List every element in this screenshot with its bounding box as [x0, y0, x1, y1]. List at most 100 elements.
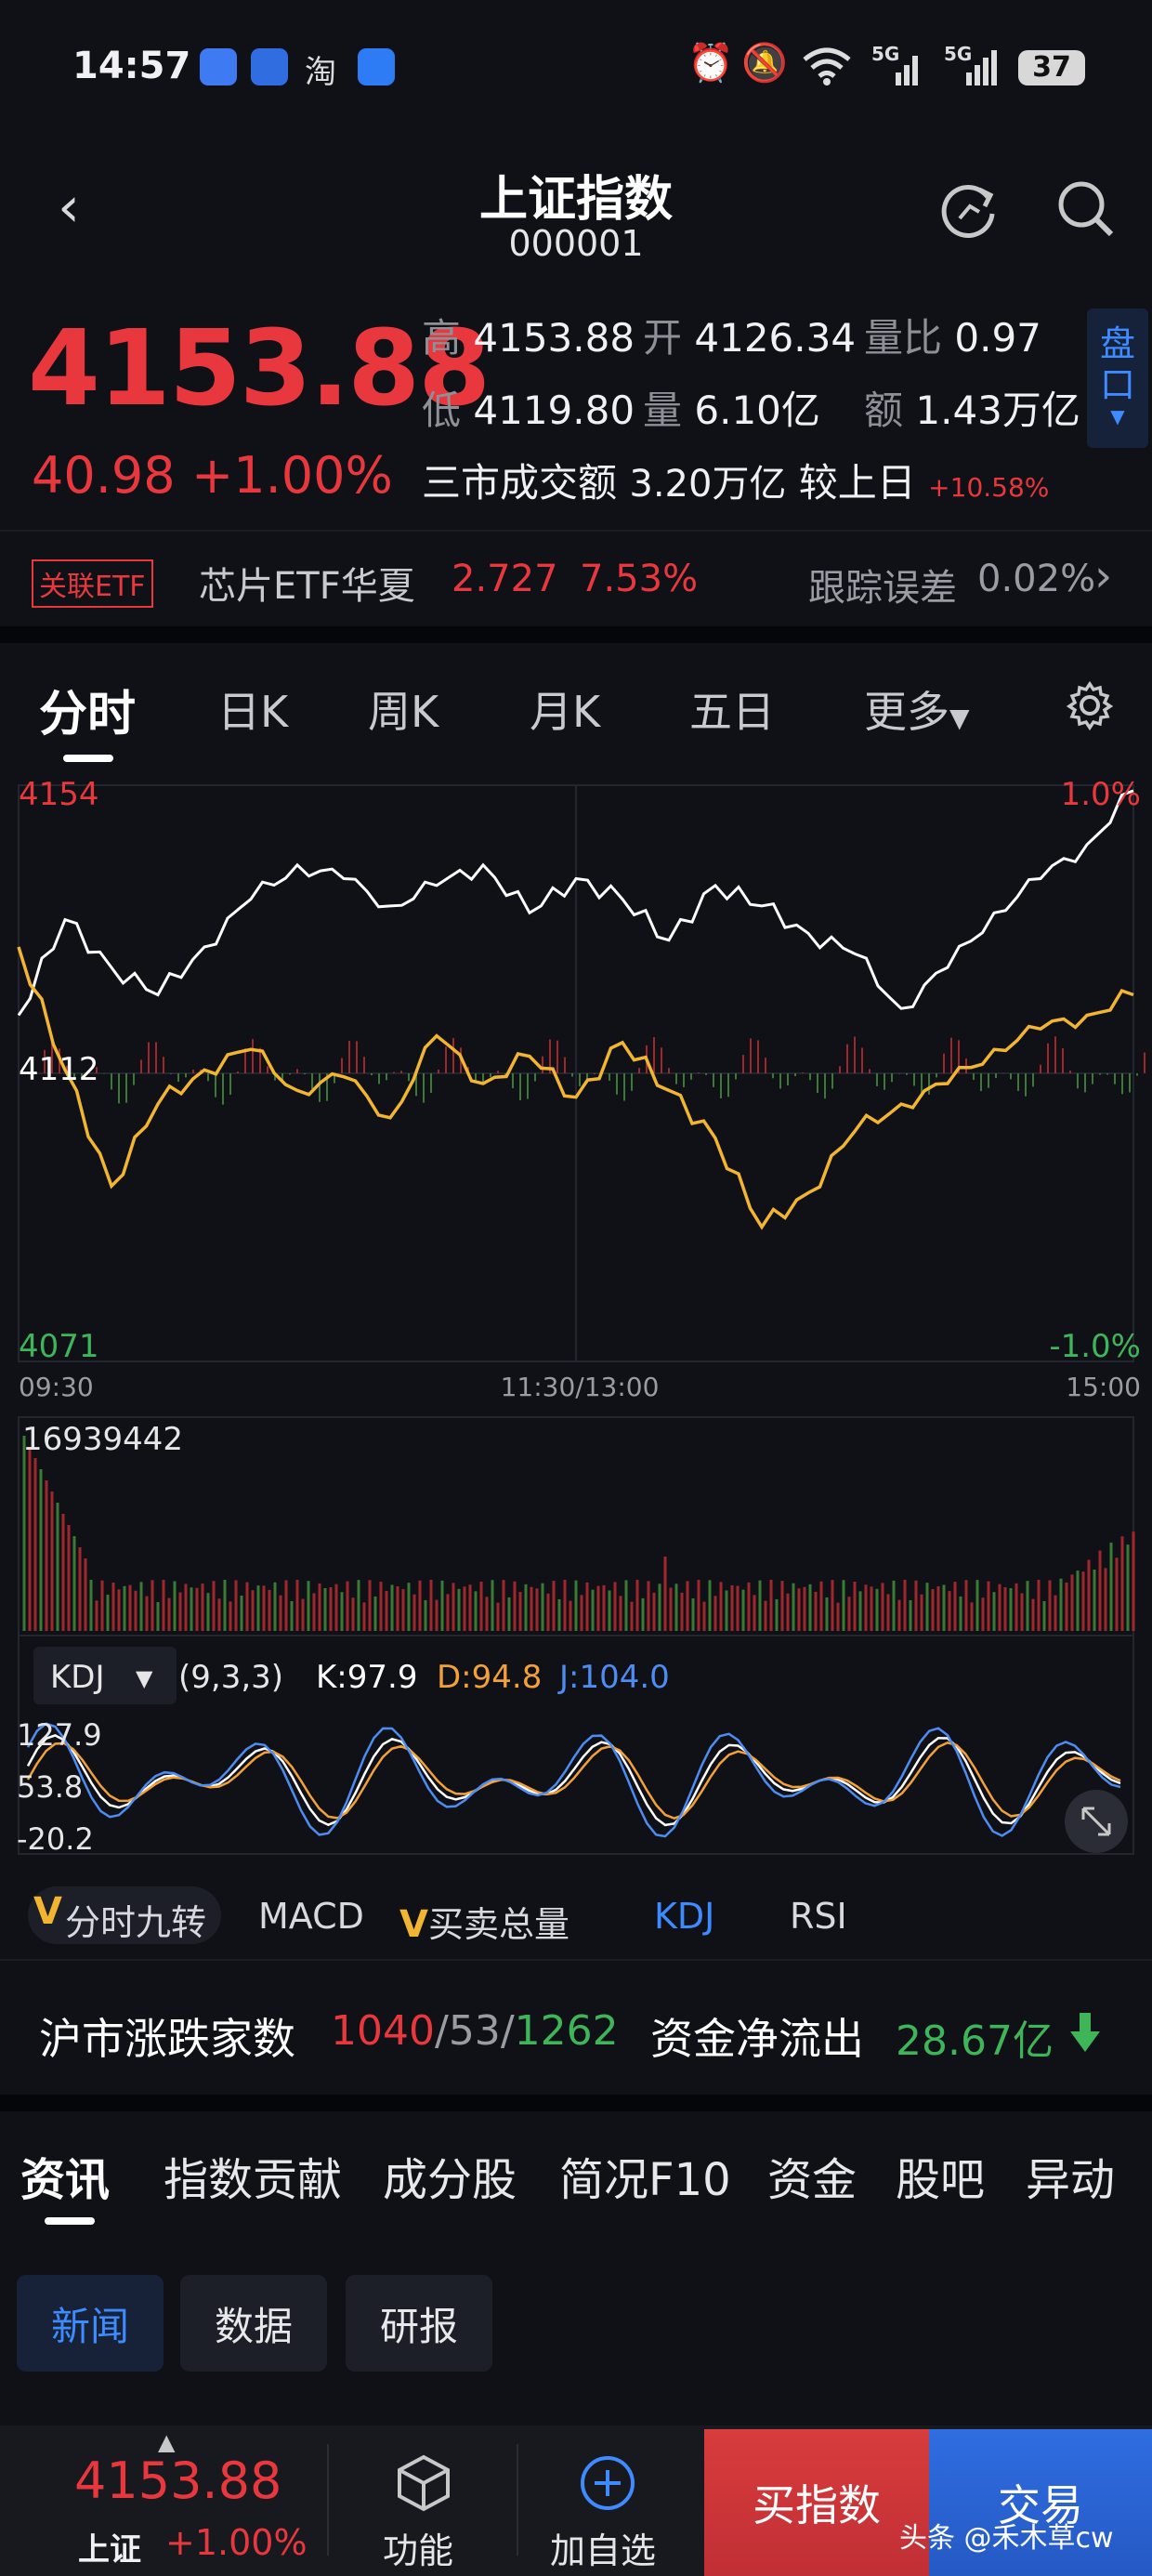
breadth-sep: / — [434, 2007, 449, 2055]
quote-ratio: 量比 0.97 — [864, 307, 1041, 363]
cube-icon[interactable] — [394, 2453, 453, 2513]
wifi-icon — [803, 47, 851, 85]
amount-value: 1.43万亿 — [915, 388, 1080, 433]
tab-indicator — [63, 755, 113, 762]
tab-more[interactable]: 更多▼ — [864, 678, 970, 740]
ratio-value: 0.97 — [954, 315, 1041, 361]
etf-tag: 关联ETF — [32, 559, 153, 608]
low-label: 低 — [422, 388, 462, 433]
panel-button-label: 盘口 — [1099, 323, 1135, 405]
app-icon-1 — [200, 48, 237, 85]
v-mark-icon: V — [33, 1890, 62, 1933]
section-tab-indicator — [45, 2217, 95, 2225]
y-tick-top: 4154 — [19, 776, 99, 813]
app-icon-2 — [251, 48, 288, 85]
quote-low: 低 4119.80 — [422, 379, 635, 436]
tab-anomaly[interactable]: 异动 — [1026, 2143, 1115, 2208]
tab-more-label: 更多 — [864, 687, 949, 737]
alarm-icon: ⏰ — [687, 42, 734, 85]
tab-total-volume[interactable]: V买卖总量 — [399, 1896, 569, 1947]
kdj-j-value: J:104.0 — [557, 1659, 670, 1696]
volume-bars — [22, 1436, 1135, 1631]
tab-forum[interactable]: 股吧 — [896, 2143, 985, 2208]
tab-total-volume-label: 买卖总量 — [427, 1904, 569, 1945]
status-bar: 14:57 淘 ⏰ 🔕 5G 5G 37 — [0, 0, 1152, 130]
divider — [0, 530, 1152, 532]
high-label: 高 — [422, 315, 462, 361]
breadth-label: 沪市涨跌家数 — [39, 2014, 295, 2064]
kdj-tick-bottom: -20.2 — [17, 1821, 94, 1857]
tab-rsi[interactable]: RSI — [790, 1896, 847, 1937]
signal-2-icon — [966, 50, 997, 85]
search-icon[interactable] — [1054, 177, 1119, 242]
kdj-tick-top: 127.9 — [17, 1717, 102, 1753]
chip-data[interactable]: 数据 — [180, 2275, 327, 2372]
intraday-chart[interactable]: 4154 4112 4071 1.0% -1.0% 09:30 11:30/13… — [0, 762, 1152, 1877]
etf-pct: 7.53% — [580, 558, 699, 600]
quote-market: 三市成交额 3.20万亿 较上日 +10.58% — [422, 452, 1049, 508]
tab-f10[interactable]: 简况F10 — [559, 2143, 731, 2208]
settings-gear-icon[interactable] — [1065, 680, 1115, 730]
price-change: 40.98 — [32, 446, 176, 505]
flow-value: 28.67亿 — [896, 2017, 1054, 2065]
open-label: 开 — [643, 315, 683, 361]
function-button[interactable]: 功能 — [383, 2522, 453, 2573]
quote-open: 开 4126.34 — [643, 307, 856, 363]
add-watchlist-icon[interactable] — [578, 2453, 637, 2513]
tab-nine-turn-label: 分时九转 — [65, 1902, 207, 1943]
kdj-caret-icon: ▼ — [136, 1665, 153, 1691]
price-change-pct: +1.00% — [191, 446, 393, 505]
tab-kdj[interactable]: KDJ — [654, 1896, 714, 1937]
add-watchlist-button[interactable]: 加自选 — [550, 2522, 656, 2573]
tab-macd[interactable]: MACD — [258, 1896, 364, 1937]
breadth-down: 1262 — [514, 2007, 619, 2055]
ratio-label: 量比 — [864, 315, 943, 361]
last-price: 4153.88 — [28, 309, 491, 429]
volume-label: 量 — [643, 388, 683, 433]
breadth-flat: 53 — [448, 2007, 501, 2055]
kdj-d-line — [26, 1741, 1121, 1820]
kdj-j-line — [26, 1722, 1121, 1838]
panel-button[interactable]: 盘口 ▼ — [1087, 309, 1148, 448]
volume-value: 6.10亿 — [694, 388, 820, 433]
quote-amount: 额 1.43万亿 — [864, 379, 1080, 436]
track-label: 跟踪误差 — [808, 567, 957, 610]
tab-funds[interactable]: 资金 — [767, 2143, 857, 2208]
chip-research[interactable]: 研报 — [346, 2275, 492, 2372]
bottom-pct: +1.00% — [165, 2522, 308, 2563]
quote-row-1: 高 4153.88 — [422, 307, 635, 363]
panel-caret-icon: ▼ — [1110, 405, 1125, 427]
tab-intraday[interactable]: 分时 — [39, 675, 136, 744]
pct-tick-bottom: -1.0% — [1049, 1328, 1141, 1365]
tab-monthly-k[interactable]: 月K — [530, 678, 600, 740]
kdj-k-value: K:97.9 — [316, 1659, 417, 1696]
tab-daily-k[interactable]: 日K — [217, 678, 288, 740]
chip-news[interactable]: 新闻 — [17, 2275, 164, 2372]
quote-volume: 量 6.10亿 — [643, 379, 820, 436]
watermark: 头条 @禾木草cw — [899, 2522, 1114, 2555]
tab-five-day[interactable]: 五日 — [689, 678, 775, 740]
tab-weekly-k[interactable]: 周K — [368, 678, 439, 740]
section-divider — [0, 626, 1152, 643]
v-mark-icon-2: V — [399, 1903, 428, 1946]
tab-nine-turn[interactable]: V 分时九转 — [28, 1886, 221, 1944]
app-icon-3 — [358, 48, 395, 85]
etf-name[interactable]: 芯片ETF华夏 — [199, 556, 415, 610]
refresh-icon[interactable] — [936, 177, 1001, 242]
chevron-right-icon[interactable]: › — [1094, 550, 1112, 602]
tab-news[interactable]: 资讯 — [20, 2143, 110, 2208]
tab-index-contribution[interactable]: 指数贡献 — [164, 2143, 342, 2208]
volume-max-label: 16939442 — [22, 1421, 183, 1458]
high-value: 4153.88 — [473, 315, 635, 361]
divider — [327, 2444, 329, 2556]
low-value: 4119.80 — [473, 388, 635, 433]
caret-down-icon: ▼ — [949, 703, 970, 733]
y-tick-mid: 4112 — [19, 1051, 99, 1088]
buy-index-button[interactable]: 买指数 — [704, 2429, 929, 2576]
tab-constituents[interactable]: 成分股 — [383, 2143, 517, 2208]
open-value: 4126.34 — [694, 315, 857, 361]
taobao-icon: 淘 — [305, 54, 336, 91]
pct-tick-top: 1.0% — [1061, 776, 1141, 813]
x-tick-mid: 11:30/13:00 — [501, 1372, 660, 1402]
breadth-sep-2: / — [500, 2007, 515, 2055]
